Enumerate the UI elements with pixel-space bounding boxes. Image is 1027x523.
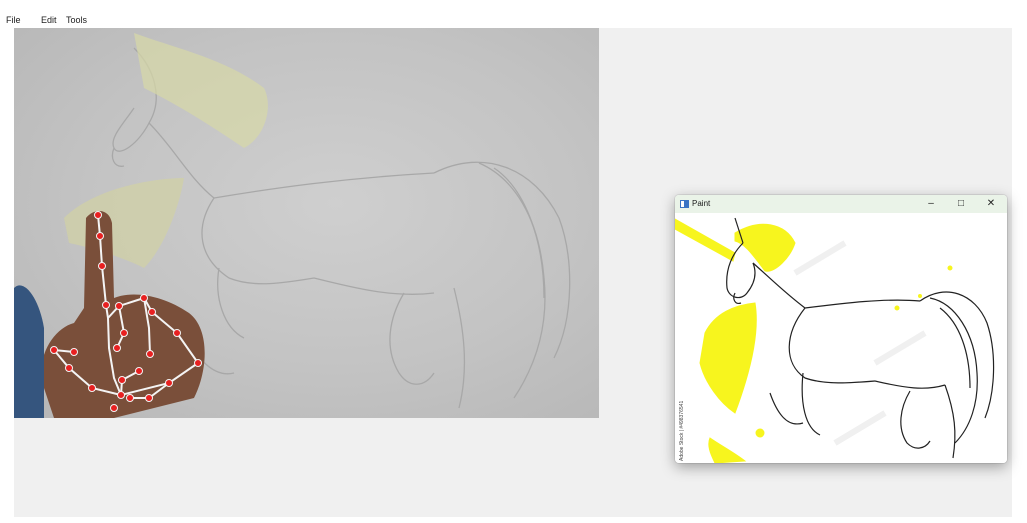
minimize-button[interactable]: – [917, 195, 945, 213]
paint-titlebar[interactable]: Paint – □ ✕ [675, 195, 1007, 213]
paint-title: Paint [692, 199, 711, 208]
menu-file[interactable]: File [6, 15, 21, 25]
maximize-button[interactable]: □ [947, 195, 975, 213]
hand-silhouette [14, 211, 205, 418]
stock-watermark-pattern [793, 240, 927, 446]
camera-feed [14, 28, 599, 418]
close-button[interactable]: ✕ [977, 195, 1005, 213]
paint-app-icon [680, 200, 689, 208]
paint-canvas[interactable]: Adobe Stock | #498376541 [675, 213, 1007, 463]
menu-edit[interactable]: Edit [41, 15, 57, 25]
menu-bar: File Edit Tools [0, 0, 1027, 28]
sketch-mane-yellow [134, 33, 268, 148]
menu-tools[interactable]: Tools [66, 15, 87, 25]
stock-watermark-text: Adobe Stock | #498376541 [679, 400, 685, 461]
sketch-mane-yellow-lower [64, 178, 184, 268]
drawing-surface [675, 217, 995, 463]
camera-frame [14, 33, 571, 418]
paint-window[interactable]: Paint – □ ✕ Adobe Stock | #498376541 [675, 195, 1007, 463]
